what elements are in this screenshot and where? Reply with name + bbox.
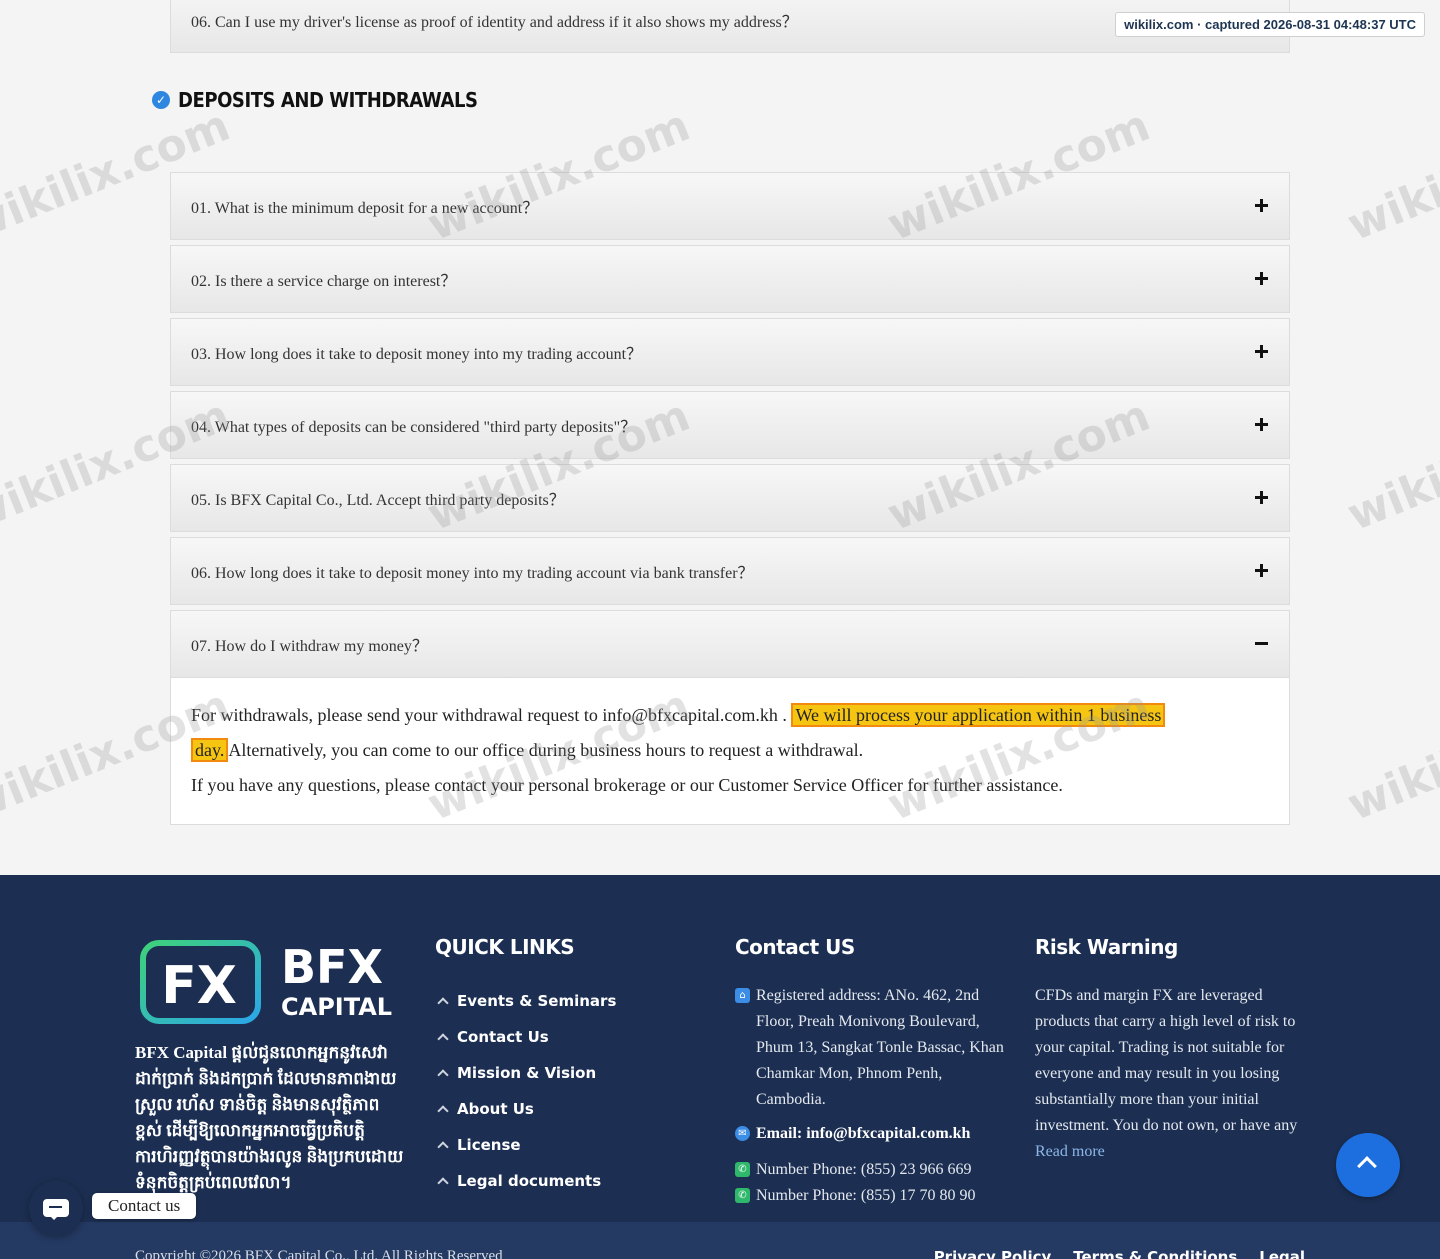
chat-icon (43, 1199, 69, 1220)
section-heading: ✓ DEPOSITS AND WITHDRAWALS (152, 88, 511, 112)
faq-item-05[interactable]: 05. Is BFX Capital Co., Ltd. Accept thir… (170, 464, 1290, 532)
faq-question: 06. How long does it take to deposit mon… (191, 565, 754, 582)
email-icon: ✉ (735, 1126, 750, 1141)
capture-badge: wikilix.com · captured 2026-08-31 04:48:… (1115, 12, 1425, 37)
answer-text: Alternatively, you can come to our offic… (228, 740, 864, 760)
logo-sub-text: CAPITAL (281, 993, 392, 1021)
verified-check-icon: ✓ (152, 91, 170, 109)
watermark: wikilix.com (1340, 389, 1440, 542)
answer-paragraph: If you have any questions, please contac… (191, 775, 1063, 795)
quick-link-label: Mission & Vision (457, 1064, 597, 1082)
quick-link-legal[interactable]: Legal documents (435, 1163, 705, 1199)
phone-line[interactable]: ✆ Number Phone: (855) 17 70 80 90 (735, 1183, 1010, 1209)
contact-title: Contact US (735, 935, 855, 959)
faq-question: 03. How long does it take to deposit mon… (191, 346, 643, 363)
plus-icon[interactable] (1253, 489, 1271, 507)
risk-text: CFDs and margin FX are leveraged product… (1035, 987, 1298, 1134)
plus-icon[interactable] (1253, 562, 1271, 580)
answer-text: For withdrawals, please send your withdr… (191, 705, 792, 725)
terms-link[interactable]: Terms & Conditions (1073, 1248, 1237, 1259)
phone-icon: ✆ (735, 1188, 750, 1203)
quick-links-list: Events & Seminars Contact Us Mission & V… (435, 983, 705, 1199)
chat-label[interactable]: Contact us (92, 1193, 197, 1219)
scroll-to-top-button[interactable] (1336, 1133, 1400, 1197)
plus-icon[interactable] (1253, 270, 1271, 288)
about-text: BFX Capital ផ្តល់ជូនលោកអ្នកនូវសេវាដាក់ប្… (135, 1043, 404, 1192)
plus-icon[interactable] (1253, 197, 1271, 215)
quick-link-label: License (457, 1136, 521, 1154)
quick-links-title: QUICK LINKS (435, 935, 575, 959)
faq-item-02[interactable]: 02. Is there a service charge on interes… (170, 245, 1290, 313)
section-title: DEPOSITS AND WITHDRAWALS (178, 88, 478, 112)
chat-button[interactable] (29, 1181, 83, 1235)
faq-item-06[interactable]: 06. How long does it take to deposit mon… (170, 537, 1290, 605)
email-line[interactable]: ✉ Email: info@bfxcapital.com.kh (735, 1121, 1010, 1147)
legal-link[interactable]: Legal (1259, 1248, 1305, 1259)
quick-link-label: Events & Seminars (457, 992, 617, 1010)
address-line: ⌂ Registered address: ANo. 462, 2nd Floo… (735, 983, 1010, 1113)
footer-bottom-bar: Copyright ©2026 BFX Capital Co., Ltd. Al… (0, 1222, 1440, 1259)
minus-icon[interactable] (1253, 635, 1271, 653)
bfx-capital-logo[interactable]: FX BFX CAPITAL (135, 935, 405, 1030)
read-more-link[interactable]: Read more (1035, 1143, 1105, 1160)
address-text: Registered address: ANo. 462, 2nd Floor,… (756, 987, 1004, 1108)
faq-item-04[interactable]: 04. What types of deposits can be consid… (170, 391, 1290, 459)
copyright-text: Copyright ©2026 BFX Capital Co., Ltd. Al… (135, 1248, 503, 1259)
quick-link-events[interactable]: Events & Seminars (435, 983, 705, 1019)
chevron-up-icon (437, 1105, 449, 1117)
risk-column: Risk Warning CFDs and margin FX are leve… (1035, 935, 1315, 1165)
privacy-policy-link[interactable]: Privacy Policy (934, 1248, 1052, 1259)
watermark: wikilix.com (1340, 99, 1440, 252)
chevron-up-icon (437, 1141, 449, 1153)
faq-question: 06. Can I use my driver's license as pro… (191, 13, 798, 31)
faq-item-01[interactable]: 01. What is the minimum deposit for a ne… (170, 172, 1290, 240)
quick-link-label: Contact Us (457, 1028, 549, 1046)
answer-highlight: day. (191, 738, 229, 762)
faq-answer-07: For withdrawals, please send your withdr… (170, 678, 1290, 825)
faq-item-03[interactable]: 03. How long does it take to deposit mon… (170, 318, 1290, 386)
faq-page-main: 06. Can I use my driver's license as pro… (0, 0, 1440, 875)
quick-link-contact[interactable]: Contact Us (435, 1019, 705, 1055)
chevron-up-icon (1357, 1156, 1377, 1176)
site-footer: FX BFX CAPITAL BFX Capital ផ្តល់ជូនលោកអ្… (0, 875, 1440, 1259)
faq-question: 01. What is the minimum deposit for a ne… (191, 200, 539, 217)
faq-question: 07. How do I withdraw my money？ (191, 638, 428, 655)
faq-question: 02. Is there a service charge on interes… (191, 273, 457, 290)
footer-bottom-links: Privacy Policy Terms & Conditions Legal (934, 1248, 1305, 1259)
home-icon: ⌂ (735, 988, 750, 1003)
quick-link-license[interactable]: License (435, 1127, 705, 1163)
email-text[interactable]: Email: info@bfxcapital.com.kh (756, 1121, 970, 1147)
chevron-up-icon (437, 1177, 449, 1189)
answer-paragraph: For withdrawals, please send your withdr… (191, 698, 1269, 733)
watermark: wikilix.com (1340, 679, 1440, 832)
phone-text[interactable]: Number Phone: (855) 17 70 80 90 (756, 1183, 976, 1209)
quick-link-label: About Us (457, 1100, 534, 1118)
quick-links-column: QUICK LINKS Events & Seminars Contact Us… (435, 935, 705, 1199)
phone-icon: ✆ (735, 1162, 750, 1177)
faq-item-07[interactable]: 07. How do I withdraw my money？ (170, 610, 1290, 678)
chevron-up-icon (437, 1069, 449, 1081)
answer-highlight: We will process your application within … (791, 703, 1166, 727)
quick-link-label: Legal documents (457, 1172, 602, 1190)
plus-icon[interactable] (1253, 343, 1271, 361)
chevron-up-icon (437, 997, 449, 1009)
quick-link-mission[interactable]: Mission & Vision (435, 1055, 705, 1091)
phone-text[interactable]: Number Phone: (855) 23 966 669 (756, 1157, 972, 1183)
quick-link-about[interactable]: About Us (435, 1091, 705, 1127)
answer-paragraph: day. Alternatively, you can come to our o… (191, 733, 1269, 768)
plus-icon[interactable] (1253, 416, 1271, 434)
faq-question: 05. Is BFX Capital Co., Ltd. Accept thir… (191, 492, 565, 509)
faq-question: 04. What types of deposits can be consid… (191, 419, 637, 436)
chevron-up-icon (437, 1033, 449, 1045)
phone-line[interactable]: ✆ Number Phone: (855) 23 966 669 (735, 1157, 1010, 1183)
contact-column: Contact US ⌂ Registered address: ANo. 46… (735, 935, 1015, 1209)
logo-name-text: BFX (281, 940, 383, 994)
logo-mark-text: FX (161, 956, 237, 1016)
risk-title: Risk Warning (1035, 935, 1178, 959)
